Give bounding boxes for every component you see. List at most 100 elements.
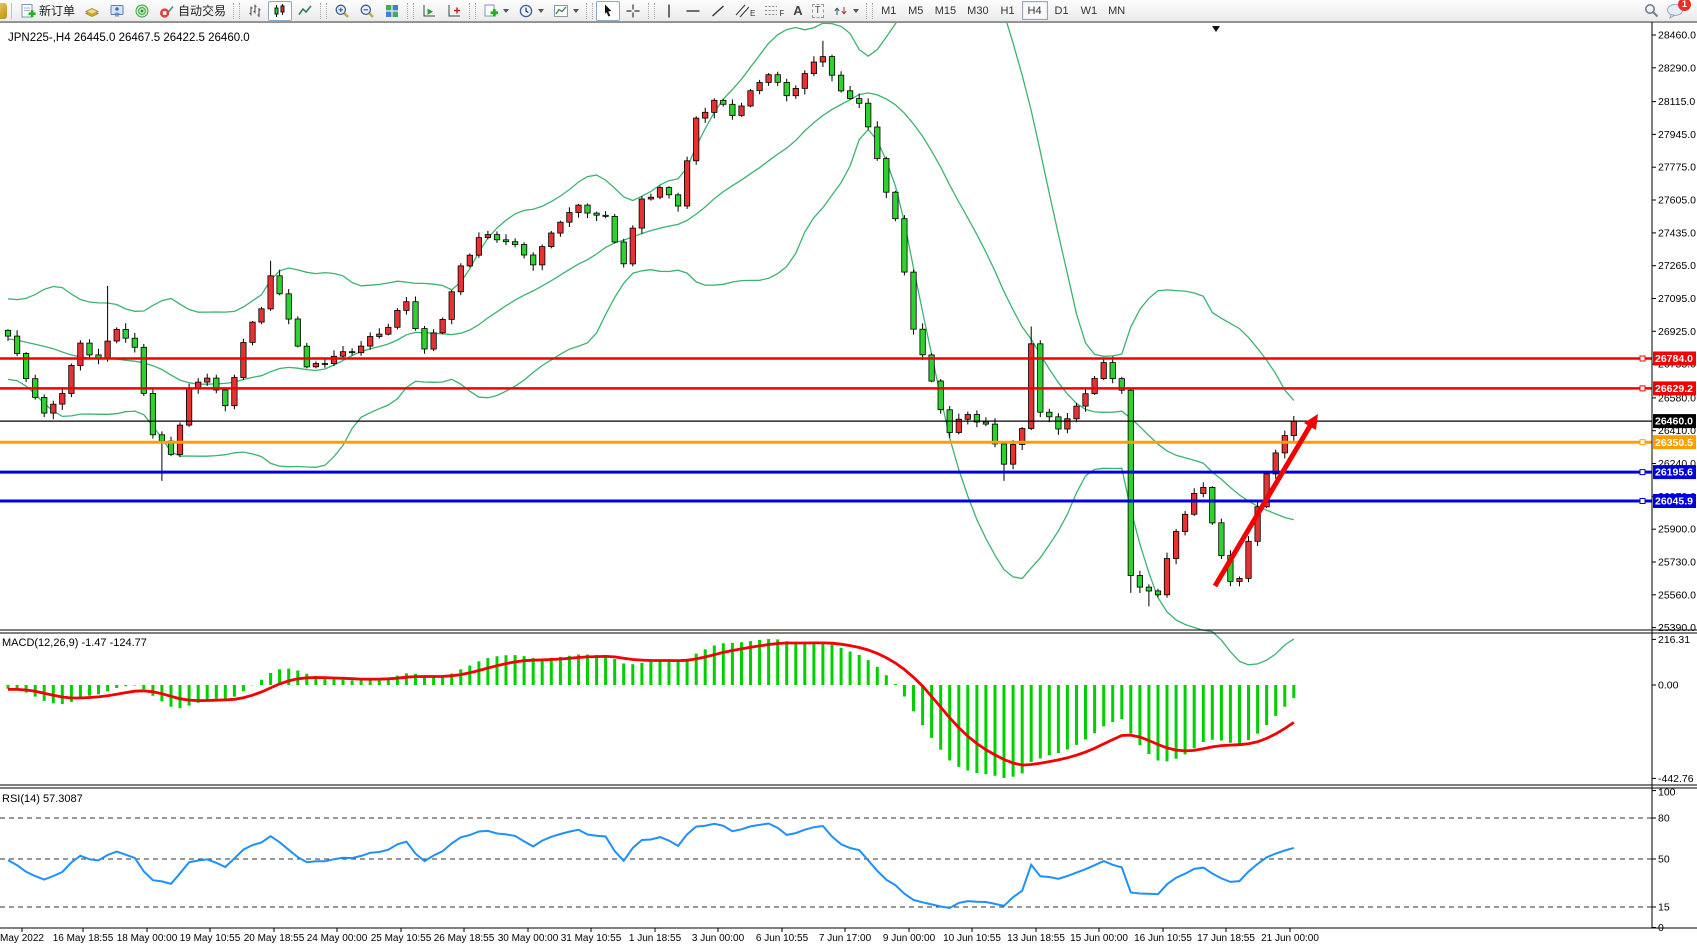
toolbar: 新订单 自动交易 xyxy=(0,0,1697,22)
chat-button[interactable]: 1 xyxy=(1665,2,1685,20)
history-book-button[interactable] xyxy=(80,1,104,21)
search-button[interactable] xyxy=(1639,1,1664,21)
timeframe-D1[interactable]: D1 xyxy=(1049,1,1075,20)
svg-text:25560.0: 25560.0 xyxy=(1658,589,1696,601)
bar-chart-button[interactable] xyxy=(243,1,267,21)
signals-button[interactable] xyxy=(130,1,154,21)
new-order-label: 新订单 xyxy=(39,2,75,19)
svg-text:28115.0: 28115.0 xyxy=(1658,96,1695,108)
toolbar-grip xyxy=(866,3,873,19)
toolbar-grip xyxy=(233,3,240,19)
vertical-line-tool[interactable] xyxy=(658,1,680,21)
svg-text:9 Jun 00:00: 9 Jun 00:00 xyxy=(883,933,936,944)
price-badge: 26629.2 xyxy=(1653,381,1696,395)
crosshair-button[interactable] xyxy=(621,1,645,21)
fibonacci-tool[interactable]: F xyxy=(760,1,788,21)
market-watch-button[interactable] xyxy=(105,1,129,21)
macd-pane[interactable] xyxy=(8,639,1294,778)
svg-text:25900.0: 25900.0 xyxy=(1658,524,1696,536)
separator xyxy=(11,3,12,19)
trendline-icon xyxy=(710,3,726,19)
book-icon xyxy=(84,3,100,19)
cursor-button[interactable] xyxy=(596,1,620,21)
crosshair-icon xyxy=(625,3,641,19)
timeframe-group: M1M5M15M30H1H4D1W1MN xyxy=(876,1,1130,20)
tile-windows-button[interactable] xyxy=(380,1,404,21)
rsi-label: RSI(14) 57.3087 xyxy=(2,793,83,805)
svg-text:26629.2: 26629.2 xyxy=(1655,383,1693,395)
svg-text:28460.0: 28460.0 xyxy=(1658,30,1696,42)
svg-text:26784.0: 26784.0 xyxy=(1655,353,1693,365)
trendline-tool[interactable] xyxy=(706,1,730,21)
price-badge: 26784.0 xyxy=(1653,352,1696,366)
svg-text:100: 100 xyxy=(1658,787,1676,799)
timeframe-M15[interactable]: M15 xyxy=(930,1,961,20)
price-badge: 26350.5 xyxy=(1653,435,1696,449)
toolbar-grip xyxy=(586,3,593,19)
arrows-tool[interactable] xyxy=(829,1,863,21)
svg-text:21 Jun 00:00: 21 Jun 00:00 xyxy=(1261,933,1319,944)
chart-shift-icon xyxy=(446,3,462,19)
auto-trading-button[interactable]: 自动交易 xyxy=(155,1,230,21)
price-axis[interactable]: 28460.028290.028115.027945.027775.027605… xyxy=(0,22,1697,934)
timeframe-M30[interactable]: M30 xyxy=(962,1,993,20)
zoom-in-icon xyxy=(334,3,350,19)
zoom-out-button[interactable] xyxy=(355,1,379,21)
svg-text:20 May 18:55: 20 May 18:55 xyxy=(244,933,305,944)
chart-window[interactable]: 28460.028290.028115.027945.027775.027605… xyxy=(0,22,1697,944)
text-label-tool[interactable]: T xyxy=(808,1,828,21)
timeframe-M1[interactable]: M1 xyxy=(876,1,902,20)
auto-trading-icon xyxy=(159,3,175,19)
bollinger-bands[interactable] xyxy=(8,22,1294,665)
auto-scroll-button[interactable] xyxy=(417,1,441,21)
search-icon xyxy=(1643,2,1660,19)
timeframe-W1[interactable]: W1 xyxy=(1076,1,1103,20)
svg-text:1 Jun 18:55: 1 Jun 18:55 xyxy=(629,933,682,944)
zoom-out-icon xyxy=(359,3,375,19)
clock-icon xyxy=(518,3,534,19)
time-axis[interactable]: May 2022 16 May 18:55 18 May 00:00 19 Ma… xyxy=(0,928,1319,944)
ohlc-bars-icon xyxy=(247,3,263,19)
chart-shift-button[interactable] xyxy=(442,1,466,21)
toolbar-grip xyxy=(407,3,414,19)
price-badge: 26195.6 xyxy=(1653,465,1696,479)
text-tool-letter: A xyxy=(793,3,802,18)
svg-text:50: 50 xyxy=(1658,854,1670,866)
dropdown-caret-icon xyxy=(573,9,579,13)
symbol-ohlc-label: JPN225-,H4 26445.0 26467.5 26422.5 26460… xyxy=(8,32,250,44)
rsi-pane[interactable] xyxy=(0,818,1652,908)
candles-layer[interactable] xyxy=(5,41,1296,607)
toolbar-grip xyxy=(469,3,476,19)
svg-text:28290.0: 28290.0 xyxy=(1658,62,1696,74)
chart-template-icon xyxy=(553,3,569,19)
svg-text:25390.0: 25390.0 xyxy=(1658,622,1696,634)
svg-text:27945.0: 27945.0 xyxy=(1658,129,1696,141)
channel-tool[interactable]: E xyxy=(731,1,759,21)
timeframe-H4[interactable]: H4 xyxy=(1022,1,1048,20)
periods-button[interactable] xyxy=(514,1,548,21)
text-tool[interactable]: A xyxy=(789,1,806,21)
timeframe-MN[interactable]: MN xyxy=(1103,1,1130,20)
macd-label: MACD(12,26,9) -1.47 -124.77 xyxy=(2,637,147,649)
svg-text:27435.0: 27435.0 xyxy=(1658,227,1696,239)
svg-text:May 2022: May 2022 xyxy=(0,933,44,944)
candle-chart-button[interactable] xyxy=(268,1,292,21)
tile-windows-icon xyxy=(384,3,400,19)
svg-text:24 May 00:00: 24 May 00:00 xyxy=(307,933,368,944)
fibonacci-icon xyxy=(764,3,778,19)
timeframe-H1[interactable]: H1 xyxy=(995,1,1021,20)
channel-letter: E xyxy=(750,9,755,18)
svg-text:27095.0: 27095.0 xyxy=(1658,293,1696,305)
line-chart-button[interactable] xyxy=(293,1,317,21)
horizontal-line-tool[interactable] xyxy=(681,1,705,21)
svg-text:26460.0: 26460.0 xyxy=(1655,416,1693,428)
arrow-shapes-icon xyxy=(833,3,849,19)
svg-text:13 Jun 18:55: 13 Jun 18:55 xyxy=(1007,933,1065,944)
clipped-toolbar-icon[interactable] xyxy=(0,3,7,19)
new-order-button[interactable]: 新订单 xyxy=(16,1,79,21)
templates-button[interactable] xyxy=(549,1,583,21)
add-indicator-button[interactable] xyxy=(479,1,513,21)
timeframe-M5[interactable]: M5 xyxy=(903,1,929,20)
svg-text:26045.9: 26045.9 xyxy=(1655,496,1693,508)
zoom-in-button[interactable] xyxy=(330,1,354,21)
